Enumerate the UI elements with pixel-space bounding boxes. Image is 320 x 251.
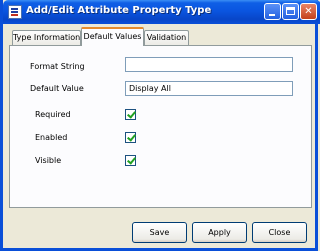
default-value-label: Default Value	[30, 84, 84, 93]
visible-label: Visible	[35, 156, 62, 165]
close-x-icon: ✕	[304, 6, 313, 17]
window-title: Add/Edit Attribute Property Type	[26, 5, 212, 16]
maximize-icon	[286, 7, 295, 15]
enabled-label: Enabled	[35, 133, 68, 142]
required-label: Required	[35, 110, 71, 119]
visible-checkbox[interactable]	[125, 155, 136, 166]
tab-panel-default-values: Format String Default Value Required Ena…	[9, 45, 312, 208]
format-string-label: Format String	[30, 62, 85, 71]
save-button[interactable]: Save	[132, 222, 187, 243]
format-string-input[interactable]	[125, 57, 293, 72]
tab-type-information[interactable]: Type Information	[12, 30, 81, 45]
app-icon	[8, 5, 22, 19]
maximize-button[interactable]	[282, 3, 299, 20]
default-value-input[interactable]	[125, 81, 293, 96]
minimize-button[interactable]	[264, 3, 281, 20]
dialog-window: Add/Edit Attribute Property Type ✕ Forma…	[0, 0, 320, 251]
window-close-button[interactable]: ✕	[300, 3, 317, 20]
enabled-checkbox[interactable]	[125, 132, 136, 143]
required-checkbox[interactable]	[125, 109, 136, 120]
tab-default-values[interactable]: Default Values	[81, 27, 144, 46]
close-button[interactable]: Close	[252, 222, 307, 243]
tab-validation[interactable]: Validation	[144, 30, 189, 45]
apply-button[interactable]: Apply	[192, 222, 247, 243]
title-bar[interactable]: Add/Edit Attribute Property Type ✕	[3, 0, 320, 24]
minimize-icon	[269, 14, 275, 16]
